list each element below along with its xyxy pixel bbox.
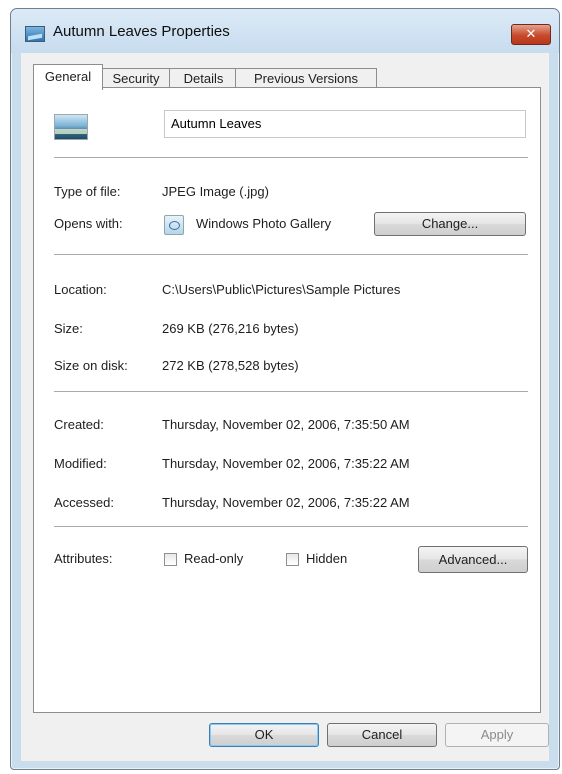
hidden-label[interactable]: Hidden (306, 551, 347, 566)
tab-previous-versions[interactable]: Previous Versions (235, 68, 377, 89)
cancel-button[interactable]: Cancel (327, 723, 437, 747)
image-file-icon (25, 26, 45, 42)
created-label: Created: (54, 417, 104, 432)
size-value: 269 KB (276,216 bytes) (162, 321, 299, 336)
file-name-input[interactable] (164, 110, 526, 138)
size-on-disk-value: 272 KB (278,528 bytes) (162, 358, 299, 373)
size-label: Size: (54, 321, 83, 336)
created-value: Thursday, November 02, 2006, 7:35:50 AM (162, 417, 410, 432)
apply-button[interactable]: Apply (445, 723, 549, 747)
accessed-label: Accessed: (54, 495, 114, 510)
type-of-file-label: Type of file: (54, 184, 121, 199)
location-label: Location: (54, 282, 107, 297)
ok-button[interactable]: OK (209, 723, 319, 747)
change-button[interactable]: Change... (374, 212, 526, 236)
window-title: Autumn Leaves Properties (53, 23, 230, 40)
general-tab-panel: Type of file: JPEG Image (.jpg) Opens wi… (33, 87, 541, 713)
tab-general[interactable]: General (33, 64, 103, 90)
image-thumbnail-icon (54, 114, 88, 140)
size-on-disk-label: Size on disk: (54, 358, 128, 373)
dialog-client-area: General Security Details Previous Versio… (21, 53, 549, 761)
attributes-label: Attributes: (54, 551, 113, 566)
location-value: C:\Users\Public\Pictures\Sample Pictures (162, 282, 401, 297)
advanced-button[interactable]: Advanced... (418, 546, 528, 573)
separator (54, 391, 528, 393)
tab-details[interactable]: Details (169, 68, 238, 89)
opens-with-label: Opens with: (54, 216, 123, 231)
modified-value: Thursday, November 02, 2006, 7:35:22 AM (162, 456, 410, 471)
close-button[interactable]: ✕ (511, 24, 551, 45)
tab-security[interactable]: Security (100, 68, 172, 89)
hidden-checkbox[interactable] (286, 553, 299, 566)
modified-label: Modified: (54, 456, 107, 471)
title-bar[interactable]: Autumn Leaves Properties ✕ (11, 9, 559, 53)
opens-with-value: Windows Photo Gallery (196, 216, 332, 231)
type-of-file-value: JPEG Image (.jpg) (162, 184, 269, 199)
photo-gallery-icon (164, 215, 184, 235)
separator (54, 254, 528, 256)
accessed-value: Thursday, November 02, 2006, 7:35:22 AM (162, 495, 410, 510)
read-only-label[interactable]: Read-only (184, 551, 243, 566)
properties-window: Autumn Leaves Properties ✕ General Secur… (10, 8, 560, 770)
read-only-checkbox[interactable] (164, 553, 177, 566)
separator (54, 526, 528, 528)
separator (54, 157, 528, 159)
